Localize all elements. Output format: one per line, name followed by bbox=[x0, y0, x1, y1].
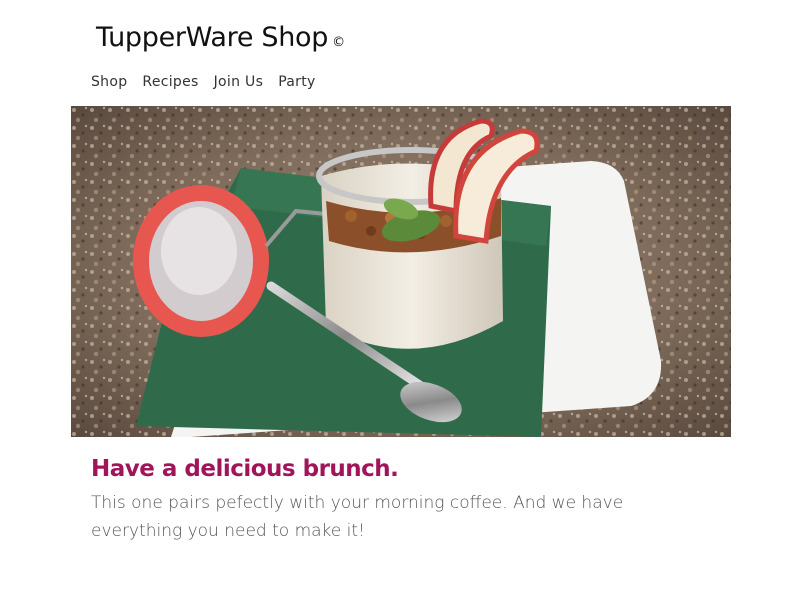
nav-item-party[interactable]: Party bbox=[278, 74, 315, 90]
nav-item-recipes[interactable]: Recipes bbox=[142, 74, 198, 90]
site-title[interactable]: TupperWare Shop bbox=[96, 22, 328, 53]
hero-image bbox=[71, 106, 731, 437]
jar-lid-highlight bbox=[161, 207, 237, 295]
nav-item-shop[interactable]: Shop bbox=[91, 74, 127, 90]
site-header: TupperWare Shop © bbox=[96, 22, 345, 53]
hero-illustration bbox=[71, 106, 731, 437]
copyright-icon: © bbox=[332, 35, 346, 50]
main-nav: Shop Recipes Join Us Party bbox=[91, 74, 316, 90]
article-headline: Have a delicious brunch. bbox=[91, 456, 399, 482]
nav-item-join-us[interactable]: Join Us bbox=[214, 74, 264, 90]
article-body: This one pairs pefectly with your mornin… bbox=[91, 493, 624, 541]
